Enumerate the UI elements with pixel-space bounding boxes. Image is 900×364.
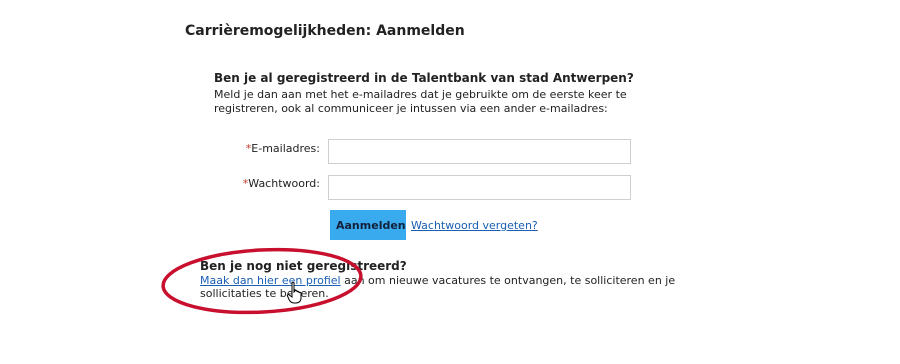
password-label: *Wachtwoord: xyxy=(200,177,320,190)
hand-pointer-icon xyxy=(286,281,302,304)
login-button[interactable]: Aanmelden xyxy=(330,210,406,240)
email-label-text: E-mailadres: xyxy=(251,142,320,155)
login-heading: Ben je al geregistreerd in de Talentbank… xyxy=(214,71,634,85)
create-profile-link[interactable]: Maak dan hier een profiel xyxy=(200,274,341,287)
email-field[interactable] xyxy=(328,139,631,164)
email-label: *E-mailadres: xyxy=(200,142,320,155)
login-description: Meld je dan aan met het e-mailadres dat … xyxy=(214,88,627,115)
page-title: Carrièremogelijkheden: Aanmelden xyxy=(185,23,465,39)
password-field[interactable] xyxy=(328,175,631,200)
password-label-text: Wachtwoord: xyxy=(248,177,320,190)
forgot-password-link[interactable]: Wachtwoord vergeten? xyxy=(411,219,538,232)
register-heading: Ben je nog niet geregistreerd? xyxy=(200,259,407,273)
register-text: Maak dan hier een profiel aan om nieuwe … xyxy=(200,274,680,300)
